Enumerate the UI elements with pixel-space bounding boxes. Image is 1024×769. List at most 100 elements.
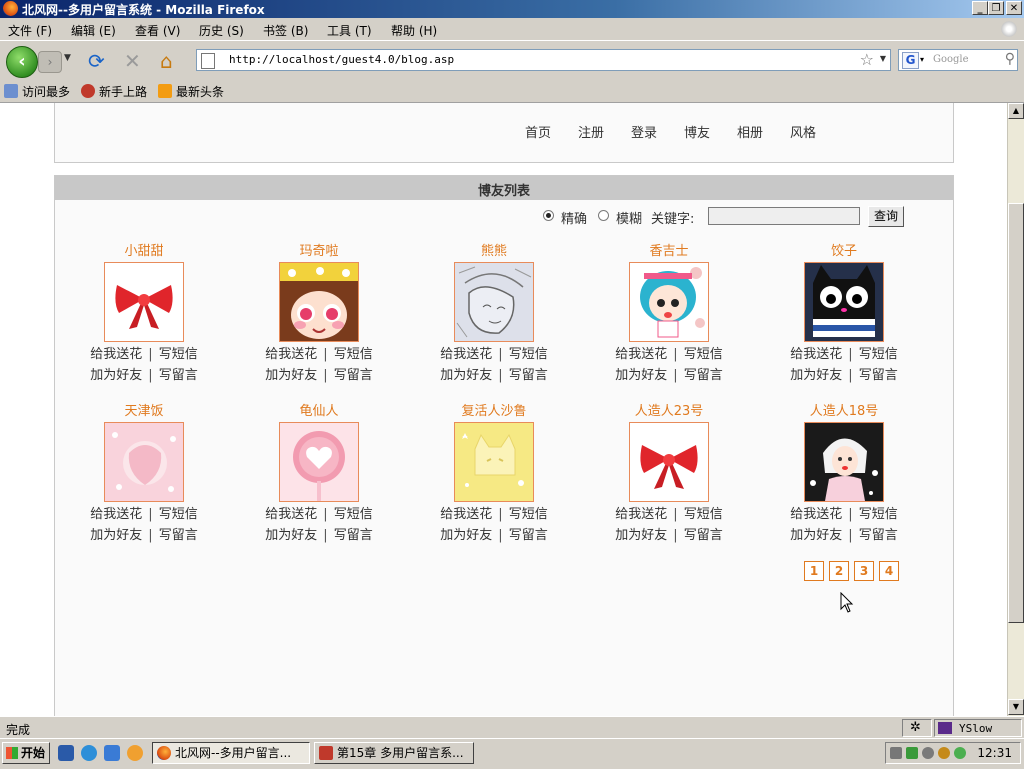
nav-login[interactable]: 登录 <box>631 122 657 141</box>
user-name[interactable]: 小甜甜 <box>69 240 219 259</box>
cartoon-girl-icon[interactable] <box>279 262 359 342</box>
history-dropdown-icon[interactable]: ▼ <box>64 53 71 63</box>
bookmark-most-visited[interactable]: 访问最多 <box>4 83 70 100</box>
menu-tools[interactable]: 工具 (T) <box>327 22 372 39</box>
send-flower-link[interactable]: 给我送花 <box>90 347 142 362</box>
media-player-icon[interactable] <box>104 745 120 761</box>
firebug-icon[interactable]: ✲ <box>902 719 932 737</box>
forward-button[interactable]: › <box>38 51 62 73</box>
menu-file[interactable]: 文件 (F) <box>8 22 52 39</box>
write-message-link[interactable]: 写留言 <box>859 528 898 543</box>
user-name[interactable]: 熊熊 <box>419 240 569 259</box>
user-name[interactable]: 玛奇啦 <box>244 240 394 259</box>
nav-album[interactable]: 相册 <box>737 122 763 141</box>
add-friend-link[interactable]: 加为好友 <box>440 528 492 543</box>
url-text[interactable]: http://localhost/guest4.0/blog.asp <box>229 53 454 66</box>
yellow-cat-icon[interactable] <box>454 422 534 502</box>
home-icon[interactable]: ⌂ <box>160 50 173 72</box>
send-flower-link[interactable]: 给我送花 <box>615 347 667 362</box>
task-firefox[interactable]: 北风网--多用户留言... <box>152 742 310 764</box>
add-friend-link[interactable]: 加为好友 <box>615 368 667 383</box>
volume-icon[interactable] <box>922 747 934 759</box>
page-link-3[interactable]: 3 <box>854 561 874 581</box>
add-friend-link[interactable]: 加为好友 <box>615 528 667 543</box>
send-flower-link[interactable]: 给我送花 <box>90 507 142 522</box>
exact-radio[interactable] <box>543 210 554 221</box>
fuzzy-radio[interactable] <box>598 210 609 221</box>
write-message-link[interactable]: 写留言 <box>159 368 198 383</box>
scroll-thumb[interactable] <box>1008 203 1024 623</box>
search-input[interactable]: Google <box>933 54 969 65</box>
bookmark-latest-headlines[interactable]: 最新头条 <box>158 83 224 100</box>
write-message-link[interactable]: 写留言 <box>334 528 373 543</box>
send-sms-link[interactable]: 写短信 <box>159 507 198 522</box>
add-friend-link[interactable]: 加为好友 <box>90 368 142 383</box>
keyboard-icon[interactable] <box>890 747 902 759</box>
sketch-face-icon[interactable] <box>454 262 534 342</box>
send-flower-link[interactable]: 给我送花 <box>265 507 317 522</box>
task-pdf[interactable]: 第15章 多用户留言系... <box>314 742 474 764</box>
write-message-link[interactable]: 写留言 <box>334 368 373 383</box>
user-name[interactable]: 人造人23号 <box>594 400 744 419</box>
user-name[interactable]: 香吉士 <box>594 240 744 259</box>
window-title-bar[interactable]: 北风网--多用户留言系统 - Mozilla Firefox _ ❐ ✕ <box>0 0 1024 18</box>
scroll-down-button[interactable]: ▼ <box>1008 699 1024 715</box>
keyword-input[interactable] <box>708 207 860 225</box>
user-name[interactable]: 复活人沙鲁 <box>419 400 569 419</box>
reload-icon[interactable]: ⟳ <box>88 50 105 72</box>
send-flower-link[interactable]: 给我送花 <box>615 507 667 522</box>
menu-help[interactable]: 帮助 (H) <box>391 22 437 39</box>
nav-style[interactable]: 风格 <box>790 122 816 141</box>
send-sms-link[interactable]: 写短信 <box>684 507 723 522</box>
heart-lollipop-icon[interactable] <box>279 422 359 502</box>
security-icon[interactable] <box>938 747 950 759</box>
red-bow-icon[interactable] <box>104 262 184 342</box>
query-button[interactable]: 查询 <box>868 206 904 227</box>
update-icon[interactable] <box>954 747 966 759</box>
send-sms-link[interactable]: 写短信 <box>859 507 898 522</box>
send-flower-link[interactable]: 给我送花 <box>440 347 492 362</box>
add-friend-link[interactable]: 加为好友 <box>265 368 317 383</box>
send-flower-link[interactable]: 给我送花 <box>265 347 317 362</box>
vertical-scrollbar[interactable]: ▲ ▼ <box>1007 103 1024 716</box>
black-cat-icon[interactable] <box>804 262 884 342</box>
url-dropdown-icon[interactable]: ▼ <box>880 54 886 63</box>
send-flower-link[interactable]: 给我送花 <box>790 507 842 522</box>
send-sms-link[interactable]: 写短信 <box>509 507 548 522</box>
restore-button[interactable]: ❐ <box>988 1 1004 15</box>
write-message-link[interactable]: 写留言 <box>684 368 723 383</box>
start-button[interactable]: 开始 <box>2 742 50 764</box>
yslow-panel[interactable]: YSlow <box>934 719 1022 737</box>
add-friend-link[interactable]: 加为好友 <box>265 528 317 543</box>
menu-bookmarks[interactable]: 书签 (B) <box>263 22 308 39</box>
ie-icon[interactable] <box>81 745 97 761</box>
send-sms-link[interactable]: 写短信 <box>334 347 373 362</box>
write-message-link[interactable]: 写留言 <box>509 368 548 383</box>
search-box[interactable]: G ▾ Google ⚲ <box>898 49 1018 71</box>
send-sms-link[interactable]: 写短信 <box>684 347 723 362</box>
nav-register[interactable]: 注册 <box>578 122 604 141</box>
send-sms-link[interactable]: 写短信 <box>859 347 898 362</box>
nav-home[interactable]: 首页 <box>525 122 551 141</box>
qq-icon[interactable] <box>127 745 143 761</box>
write-message-link[interactable]: 写留言 <box>509 528 548 543</box>
bookmark-star-icon[interactable]: ☆ <box>860 50 874 69</box>
scroll-up-button[interactable]: ▲ <box>1008 103 1024 119</box>
show-desktop-icon[interactable] <box>58 745 74 761</box>
send-sms-link[interactable]: 写短信 <box>334 507 373 522</box>
clock[interactable]: 12:31 <box>977 746 1012 760</box>
minimize-button[interactable]: _ <box>972 1 988 15</box>
back-button[interactable]: ‹ <box>6 46 38 78</box>
add-friend-link[interactable]: 加为好友 <box>790 368 842 383</box>
pink-pattern-icon[interactable] <box>104 422 184 502</box>
add-friend-link[interactable]: 加为好友 <box>90 528 142 543</box>
send-flower-link[interactable]: 给我送花 <box>790 347 842 362</box>
send-sms-link[interactable]: 写短信 <box>159 347 198 362</box>
add-friend-link[interactable]: 加为好友 <box>790 528 842 543</box>
menu-edit[interactable]: 编辑 (E) <box>71 22 116 39</box>
write-message-link[interactable]: 写留言 <box>159 528 198 543</box>
bookmark-getting-started[interactable]: 新手上路 <box>81 83 147 100</box>
google-engine-icon[interactable]: G <box>902 52 919 69</box>
write-message-link[interactable]: 写留言 <box>684 528 723 543</box>
user-name[interactable]: 人造人18号 <box>769 400 919 419</box>
